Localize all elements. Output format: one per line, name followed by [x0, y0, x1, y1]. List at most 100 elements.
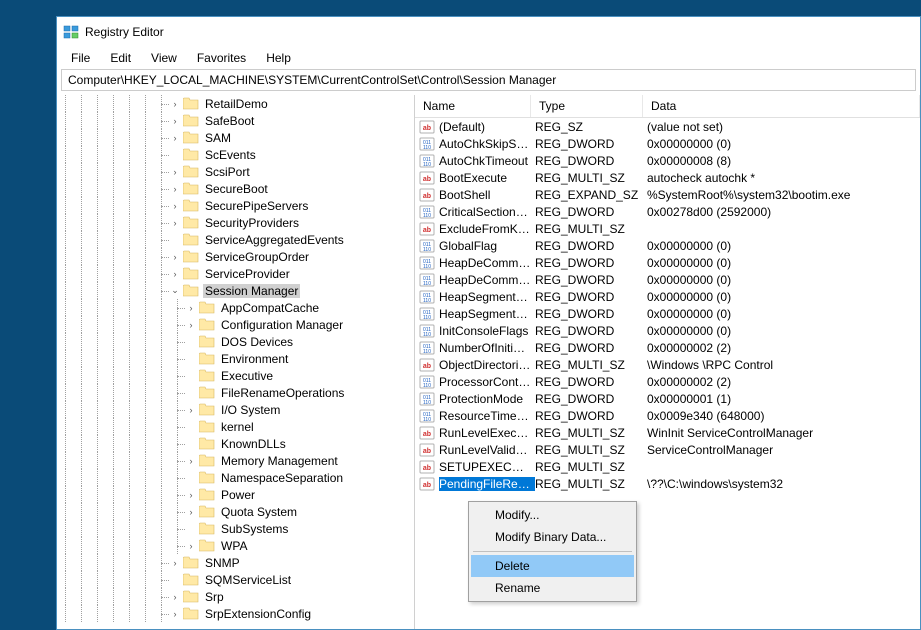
tree-item[interactable]: › ScsiPort: [57, 163, 414, 180]
menu-file[interactable]: File: [63, 49, 98, 67]
tree-item-label[interactable]: KnownDLLs: [219, 437, 288, 451]
menu-view[interactable]: View: [143, 49, 185, 67]
expand-icon[interactable]: ›: [169, 557, 181, 569]
expand-icon[interactable]: ›: [169, 217, 181, 229]
tree-item[interactable]: DOS Devices: [57, 333, 414, 350]
expand-icon[interactable]: ›: [169, 183, 181, 195]
tree-item[interactable]: KnownDLLs: [57, 435, 414, 452]
menu-favorites[interactable]: Favorites: [189, 49, 254, 67]
tree-item[interactable]: › RetailDemo: [57, 95, 414, 112]
value-row[interactable]: abRunLevelValidateREG_MULTI_SZServiceCon…: [415, 441, 920, 458]
tree-item-label[interactable]: SAM: [203, 131, 233, 145]
value-row[interactable]: abPendingFileRen...REG_MULTI_SZ\??\C:\wi…: [415, 475, 920, 492]
tree-item[interactable]: ›SafeBoot: [57, 112, 414, 129]
context-menu-item[interactable]: Delete: [471, 555, 634, 577]
tree-item-label[interactable]: ServiceAggregatedEvents: [203, 233, 346, 247]
expand-icon[interactable]: ›: [185, 506, 197, 518]
tree-item[interactable]: ›Power: [57, 486, 414, 503]
expand-icon[interactable]: ›: [185, 319, 197, 331]
expand-icon[interactable]: ›: [185, 540, 197, 552]
expand-icon[interactable]: ›: [169, 132, 181, 144]
tree-item-label[interactable]: Quota System: [219, 505, 299, 519]
tree-item[interactable]: ServiceAggregatedEvents: [57, 231, 414, 248]
context-menu-item[interactable]: Modify Binary Data...: [471, 526, 634, 548]
tree-item-label[interactable]: kernel: [219, 420, 256, 434]
tree-item-label[interactable]: FileRenameOperations: [219, 386, 346, 400]
tree-item-label[interactable]: AppCompatCache: [219, 301, 321, 315]
tree-item[interactable]: › ServiceGroupOrder: [57, 248, 414, 265]
tree-item[interactable]: Executive: [57, 367, 414, 384]
tree-item-label[interactable]: SQMServiceList: [203, 573, 293, 587]
tree-item[interactable]: ScEvents: [57, 146, 414, 163]
tree-item[interactable]: ›I/O System: [57, 401, 414, 418]
tree-item[interactable]: › Configuration Manager: [57, 316, 414, 333]
tree-item-label[interactable]: Srp: [203, 590, 226, 604]
tree-item-label[interactable]: SrpExtensionConfig: [203, 607, 313, 621]
expand-icon[interactable]: ›: [169, 98, 181, 110]
value-row[interactable]: 011110HeapDeCommit...REG_DWORD0x00000000…: [415, 271, 920, 288]
tree-item-label[interactable]: Configuration Manager: [219, 318, 345, 332]
context-menu-item[interactable]: Rename: [471, 577, 634, 599]
tree-item-label[interactable]: NamespaceSeparation: [219, 471, 345, 485]
tree-item[interactable]: Environment: [57, 350, 414, 367]
tree-item-label[interactable]: SNMP: [203, 556, 242, 570]
value-row[interactable]: 011110HeapDeCommit...REG_DWORD0x00000000…: [415, 254, 920, 271]
value-row[interactable]: 011110CriticalSectionTi...REG_DWORD0x002…: [415, 203, 920, 220]
tree-item[interactable]: ›ServiceProvider: [57, 265, 414, 282]
expand-icon[interactable]: ›: [169, 591, 181, 603]
tree-item[interactable]: NamespaceSeparation: [57, 469, 414, 486]
address-bar[interactable]: Computer\HKEY_LOCAL_MACHINE\SYSTEM\Curre…: [61, 69, 916, 91]
tree-item[interactable]: › SecurePipeServers: [57, 197, 414, 214]
tree-item-label[interactable]: ServiceProvider: [203, 267, 292, 281]
tree-item-label[interactable]: Session Manager: [203, 284, 300, 298]
tree-item[interactable]: SubSystems: [57, 520, 414, 537]
value-row[interactable]: 011110GlobalFlagREG_DWORD0x00000000 (0): [415, 237, 920, 254]
column-header-type[interactable]: Type: [531, 95, 643, 117]
tree-item[interactable]: ›Memory Management: [57, 452, 414, 469]
value-row[interactable]: ab(Default)REG_SZ(value not set): [415, 118, 920, 135]
tree-item-label[interactable]: Executive: [219, 369, 275, 383]
tree-item-label[interactable]: RetailDemo: [203, 97, 270, 111]
value-row[interactable]: abBootExecuteREG_MULTI_SZautocheck autoc…: [415, 169, 920, 186]
tree-item-label[interactable]: ScEvents: [203, 148, 258, 162]
tree-item-label[interactable]: DOS Devices: [219, 335, 295, 349]
tree-item-label[interactable]: SubSystems: [219, 522, 290, 536]
tree-item-label[interactable]: SecureBoot: [203, 182, 270, 196]
tree-item[interactable]: › AppCompatCache: [57, 299, 414, 316]
tree-item[interactable]: FileRenameOperations: [57, 384, 414, 401]
menu-help[interactable]: Help: [258, 49, 299, 67]
expand-icon[interactable]: ›: [185, 302, 197, 314]
value-row[interactable]: 011110NumberOfInitial...REG_DWORD0x00000…: [415, 339, 920, 356]
tree-item[interactable]: ⌄ Session Manager: [57, 282, 414, 299]
tree-item-label[interactable]: ServiceGroupOrder: [203, 250, 311, 264]
tree-item[interactable]: › SecureBoot: [57, 180, 414, 197]
tree-item-label[interactable]: SecurePipeServers: [203, 199, 310, 213]
tree-item-label[interactable]: Environment: [219, 352, 290, 366]
value-row[interactable]: abRunLevelExecuteREG_MULTI_SZWinInit Ser…: [415, 424, 920, 441]
collapse-icon[interactable]: ⌄: [169, 285, 181, 297]
tree-item[interactable]: kernel: [57, 418, 414, 435]
tree-item-label[interactable]: ScsiPort: [203, 165, 252, 179]
expand-icon[interactable]: ›: [169, 200, 181, 212]
tree-item[interactable]: ›SecurityProviders: [57, 214, 414, 231]
tree-item[interactable]: › SrpExtensionConfig: [57, 605, 414, 622]
value-row[interactable]: abObjectDirectoriesREG_MULTI_SZ\Windows …: [415, 356, 920, 373]
expand-icon[interactable]: ›: [169, 166, 181, 178]
value-row[interactable]: 011110ResourceTimeo...REG_DWORD0x0009e34…: [415, 407, 920, 424]
expand-icon[interactable]: ›: [169, 608, 181, 620]
tree-item[interactable]: › SAM: [57, 129, 414, 146]
value-row[interactable]: 011110InitConsoleFlagsREG_DWORD0x0000000…: [415, 322, 920, 339]
menu-edit[interactable]: Edit: [102, 49, 139, 67]
tree-item-label[interactable]: I/O System: [219, 403, 282, 417]
value-row[interactable]: 011110AutoChkSkipSys...REG_DWORD0x000000…: [415, 135, 920, 152]
expand-icon[interactable]: ›: [185, 455, 197, 467]
expand-icon[interactable]: ›: [169, 115, 181, 127]
value-row[interactable]: 011110HeapSegmentC...REG_DWORD0x00000000…: [415, 288, 920, 305]
value-row[interactable]: 011110ProcessorControlREG_DWORD0x0000000…: [415, 373, 920, 390]
value-row[interactable]: abSETUPEXECUTEREG_MULTI_SZ: [415, 458, 920, 475]
expand-icon[interactable]: ›: [169, 251, 181, 263]
expand-icon[interactable]: ›: [185, 489, 197, 501]
value-row[interactable]: abBootShellREG_EXPAND_SZ%SystemRoot%\sys…: [415, 186, 920, 203]
tree-item-label[interactable]: WPA: [219, 539, 249, 553]
value-row[interactable]: 011110HeapSegmentR...REG_DWORD0x00000000…: [415, 305, 920, 322]
